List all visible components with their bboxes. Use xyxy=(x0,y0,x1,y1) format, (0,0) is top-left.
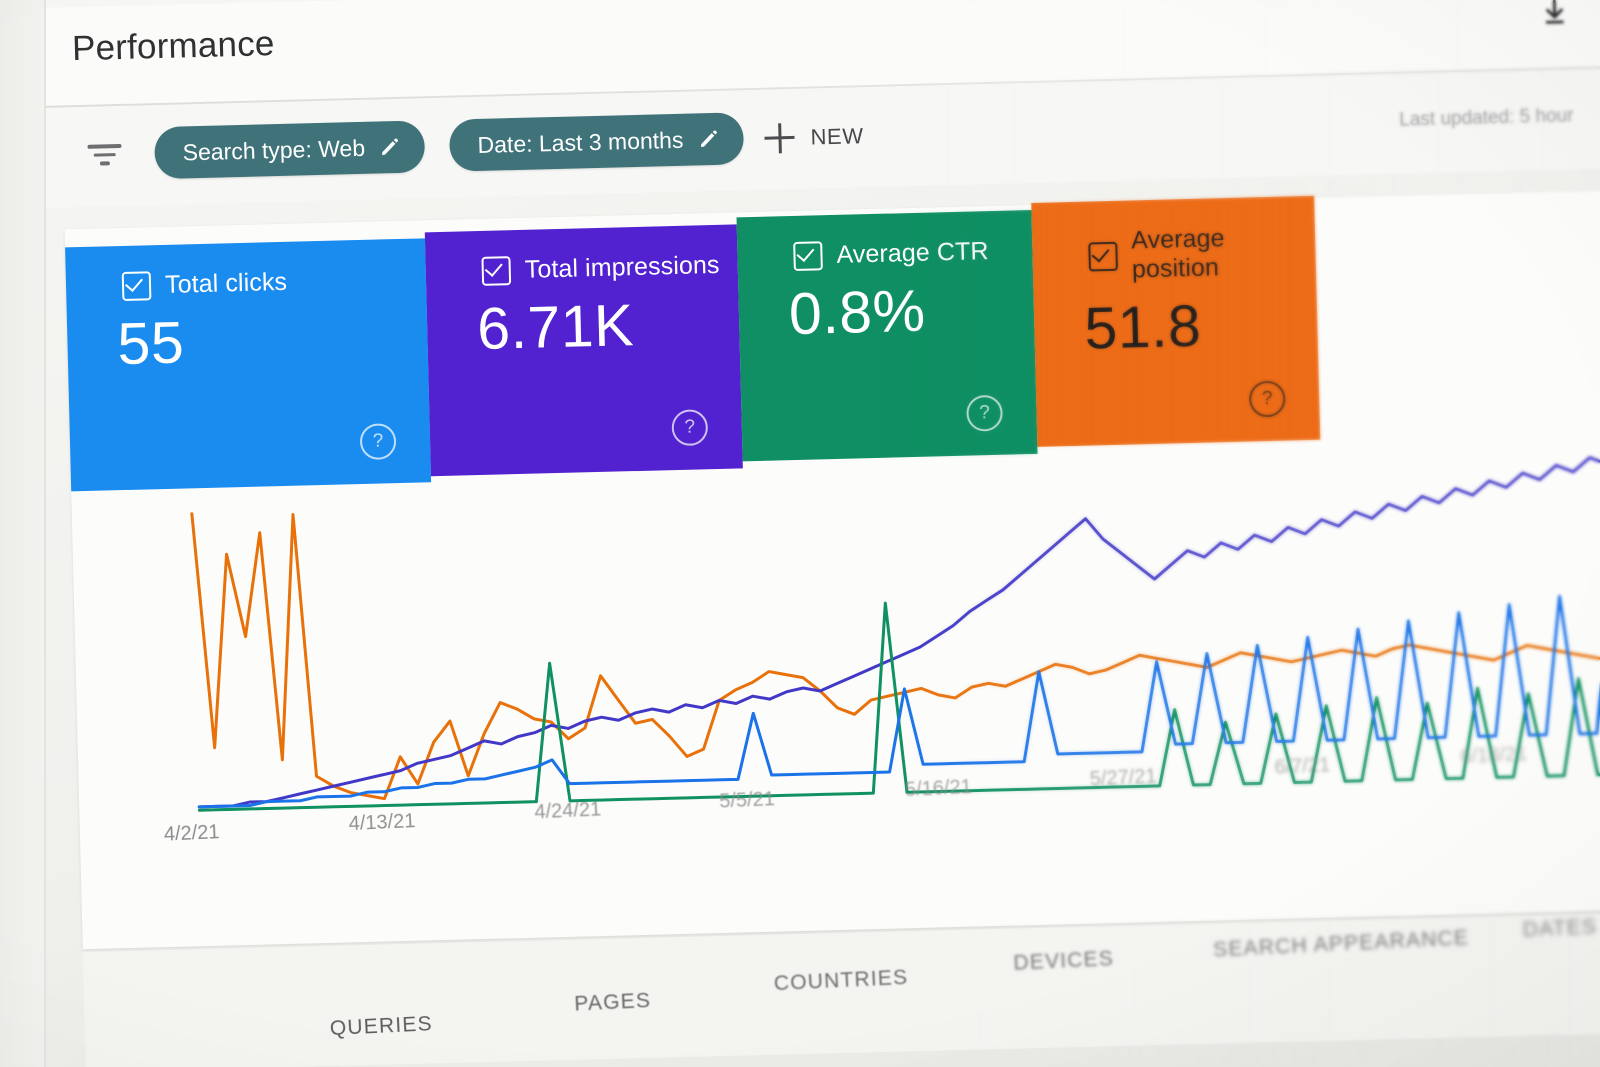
tab-devices[interactable]: DEVICES xyxy=(1013,947,1115,976)
checkbox-average-ctr[interactable] xyxy=(793,241,823,271)
chart-x-tick-label: 4/24/21 xyxy=(533,798,602,824)
download-button[interactable] xyxy=(1531,0,1578,38)
filter-chip-search-type[interactable]: Search type: Web xyxy=(154,120,426,180)
tab-search-appearance[interactable]: SEARCH APPEARANCE xyxy=(1213,926,1470,962)
tab-label: DATES xyxy=(1522,915,1598,942)
tab-queries[interactable]: QUERIES xyxy=(329,1012,433,1041)
new-filter-button[interactable]: NEW xyxy=(764,115,864,159)
chart-x-tick-label: 4/13/21 xyxy=(348,809,417,835)
help-circle-icon[interactable]: ? xyxy=(966,394,1003,432)
checkbox-total-impressions[interactable] xyxy=(481,256,512,286)
metric-label-average-ctr: Average CTR xyxy=(836,237,989,269)
last-updated-text: Last updated: 5 hour xyxy=(1398,105,1574,131)
tab-pages[interactable]: PAGES xyxy=(574,989,652,1017)
filter-icon[interactable] xyxy=(86,143,123,171)
monitor-screen: Performance Search type: Web Date: Last … xyxy=(0,0,1600,1067)
tab-label: QUERIES xyxy=(329,1012,434,1041)
chart-x-tick-label: 6/7/21 xyxy=(1274,754,1332,779)
download-icon xyxy=(1539,0,1570,33)
chart-x-tick-label: 5/5/21 xyxy=(718,787,776,813)
metric-card-average-position[interactable]: Average position 51.8 ? xyxy=(1031,195,1321,447)
metric-value-average-ctr: 0.8% xyxy=(788,277,927,348)
filter-chip-search-type-label: Search type: Web xyxy=(182,134,366,165)
performance-card: Total clicks 55 ? Total impressions 6.71… xyxy=(64,187,1600,950)
pencil-icon xyxy=(379,136,402,159)
new-filter-label: NEW xyxy=(810,123,864,150)
filter-chip-date-label: Date: Last 3 months xyxy=(477,126,684,158)
checkbox-total-clicks[interactable] xyxy=(121,271,152,301)
tab-label: DEVICES xyxy=(1012,946,1115,975)
tab-label: PAGES xyxy=(573,988,652,1016)
plus-icon xyxy=(764,123,795,154)
tab-countries[interactable]: COUNTRIES xyxy=(773,966,908,996)
metric-card-total-impressions[interactable]: Total impressions 6.71K ? xyxy=(424,224,743,477)
checkbox-average-position[interactable] xyxy=(1088,241,1118,272)
page-title: Performance xyxy=(71,24,276,69)
metric-cards: Total clicks 55 ? Total impressions 6.71… xyxy=(65,195,1321,492)
metric-card-average-ctr[interactable]: Average CTR 0.8% ? xyxy=(736,209,1038,462)
metric-label-total-clicks: Total clicks xyxy=(164,267,288,299)
chart-x-axis-labels: 4/2/21 4/13/21 4/24/21 5/5/21 5/16/21 5/27/21… xyxy=(70,420,1600,891)
pencil-icon xyxy=(697,128,720,151)
metric-value-total-impressions: 6.71K xyxy=(476,292,635,363)
help-circle-icon[interactable]: ? xyxy=(671,409,709,447)
chart-x-tick-label: 4/2/21 xyxy=(163,821,221,846)
metric-value-total-clicks: 55 xyxy=(116,309,185,378)
tab-label: COUNTRIES xyxy=(773,965,909,996)
chart-x-tick-label: 5/27/21 xyxy=(1089,764,1157,790)
metric-label-total-impressions: Total impressions xyxy=(524,250,720,284)
chart-x-tick-label: 5/16/21 xyxy=(904,775,972,802)
metric-value-average-position: 51.8 xyxy=(1083,292,1203,362)
metric-label-average-position: Average position xyxy=(1130,224,1225,284)
chart-x-tick-label: 6/18/21 xyxy=(1459,742,1528,768)
tab-dates[interactable]: DATES xyxy=(1522,915,1598,943)
filter-chip-date[interactable]: Date: Last 3 months xyxy=(448,112,745,172)
tab-label: SEARCH APPEARANCE xyxy=(1212,926,1470,962)
performance-chart: 4/2/21 4/13/21 4/24/21 5/5/21 5/16/21 5/27/21… xyxy=(70,420,1600,891)
help-circle-icon[interactable]: ? xyxy=(1248,380,1286,418)
